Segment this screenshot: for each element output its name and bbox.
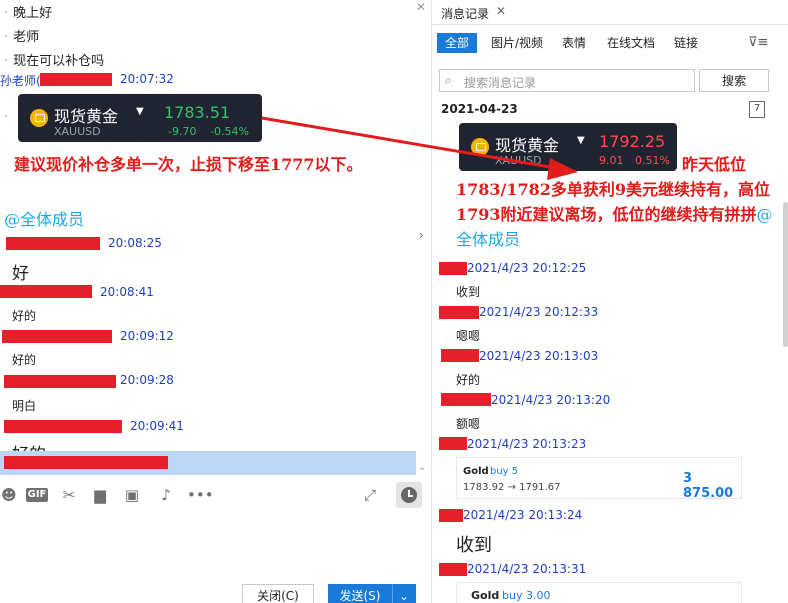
red-arrow-head [547,158,578,180]
red-arrow-line [261,116,557,170]
red-arrow-overlay [261,116,578,180]
